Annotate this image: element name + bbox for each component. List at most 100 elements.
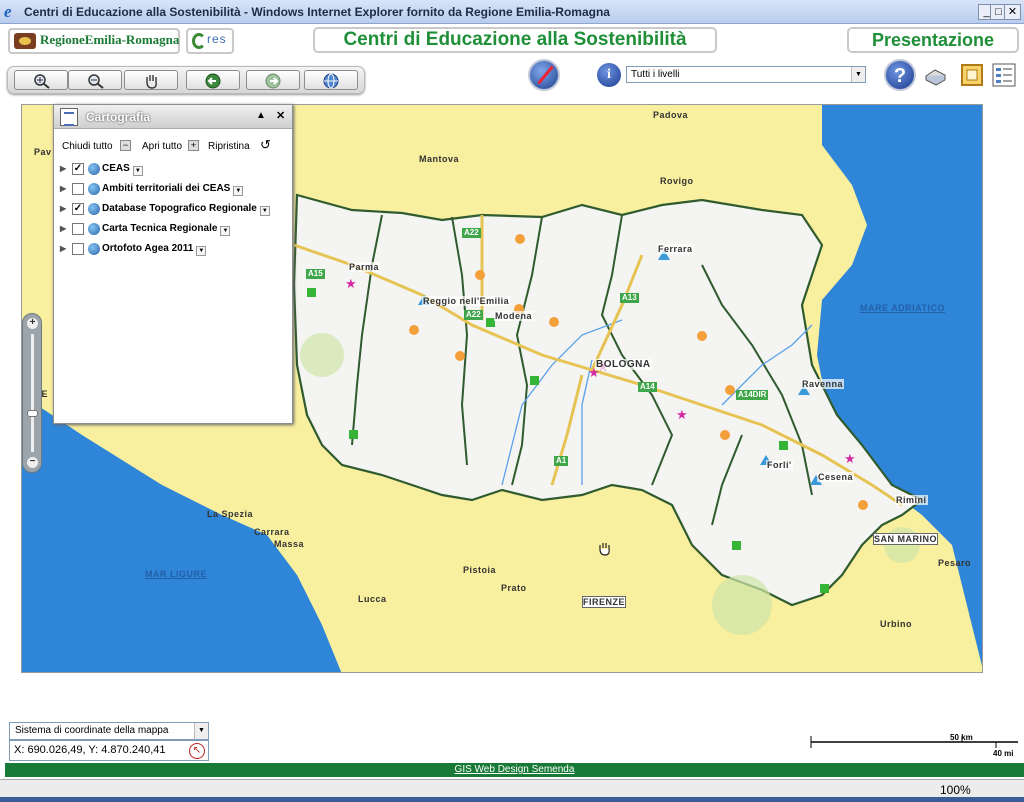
place-label: Pav — [34, 147, 52, 157]
footer-credit-link[interactable]: GIS Web Design Semenda — [455, 764, 575, 775]
res-logo[interactable]: res — [186, 28, 234, 54]
expand-arrow-icon[interactable]: ▶ — [60, 204, 66, 213]
coordinate-system-select[interactable]: Sistema di coordinate della mappa ▼ — [9, 722, 209, 740]
info-button[interactable]: i — [597, 63, 621, 87]
place-label: Padova — [653, 110, 689, 120]
place-label: FIRENZE — [582, 596, 627, 608]
res-swirl-icon — [192, 33, 206, 49]
zoom-plus-icon[interactable]: + — [27, 318, 38, 329]
help-button[interactable]: ? — [884, 59, 916, 91]
back-button[interactable] — [186, 70, 240, 90]
collapse-arrow-icon[interactable]: ▲ — [256, 110, 266, 121]
reset-link[interactable]: Ripristina — [208, 141, 250, 152]
layer-checkbox[interactable] — [72, 183, 84, 195]
svg-text:★: ★ — [345, 277, 357, 292]
expand-arrow-icon[interactable]: ▶ — [60, 164, 66, 173]
road-label: A13 — [620, 293, 639, 303]
road-label: A22 — [464, 310, 483, 320]
globe-icon — [323, 73, 339, 89]
expand-arrow-icon[interactable]: ▶ — [60, 244, 66, 253]
regione-emblem-icon — [14, 33, 36, 49]
app-header: RegioneEmilia-Romagna res Centri di Educ… — [0, 24, 1024, 60]
close-panel-icon[interactable]: ✕ — [276, 109, 285, 122]
levels-select-value: Tutti i livelli — [631, 69, 680, 80]
layers-list-icon[interactable] — [991, 62, 1017, 88]
layer-checkbox[interactable]: ✓ — [72, 163, 84, 175]
layer-checkbox[interactable] — [72, 243, 84, 255]
layer-menu-icon[interactable]: ▼ — [259, 206, 270, 216]
minus-square-icon[interactable]: − — [120, 140, 131, 151]
place-label: Ravenna — [801, 379, 845, 389]
place-label: La Spezia — [207, 509, 254, 519]
place-label: Mantova — [419, 154, 460, 164]
zoom-thumb[interactable] — [27, 410, 38, 417]
print-icon[interactable] — [922, 62, 948, 88]
sea-label: MARE ADRIATICO — [860, 303, 945, 313]
zoom-level[interactable]: 100% — [940, 783, 971, 797]
reset-arrow-icon[interactable]: ↺ — [260, 137, 271, 153]
layer-checkbox[interactable]: ✓ — [72, 203, 84, 215]
place-label: Forli' — [766, 460, 793, 470]
layer-menu-icon[interactable]: ▼ — [196, 246, 207, 256]
window-titlebar: e Centri di Educazione alla Sostenibilit… — [0, 0, 1024, 24]
taskbar — [0, 797, 1024, 802]
layer-menu-icon[interactable]: ▼ — [132, 166, 143, 176]
plus-square-icon[interactable]: + — [188, 140, 199, 151]
coordinate-system-value: Sistema di coordinate della mappa — [15, 725, 169, 736]
layer-item[interactable]: ▶ Ortofoto Agea 2011 ▼ — [60, 241, 288, 259]
coordinates-readout: X: 690.026,49, Y: 4.870.240,41 ↖ — [9, 740, 209, 761]
globe-icon — [88, 163, 100, 175]
arrow-left-icon — [205, 73, 221, 89]
expand-arrow-icon[interactable]: ▶ — [60, 224, 66, 233]
compass-icon[interactable] — [528, 59, 560, 91]
close-window-button[interactable]: ✕ — [1004, 4, 1021, 20]
layer-item[interactable]: ▶ ✓ CEAS ▼ — [60, 161, 288, 179]
zoom-minus-icon[interactable]: − — [27, 457, 38, 468]
layer-item[interactable]: ▶ ✓ Database Topografico Regionale ▼ — [60, 201, 288, 219]
layer-item[interactable]: ▶ Ambiti territoriali dei CEAS ▼ — [60, 181, 288, 199]
footer: GIS Web Design Semenda — [5, 763, 1024, 777]
road-label: A22 — [462, 228, 481, 238]
road-label: A15 — [306, 269, 325, 279]
place-label: Cesena — [817, 472, 855, 482]
forward-button[interactable] — [246, 70, 300, 90]
full-extent-button[interactable] — [304, 70, 358, 90]
layer-checkbox[interactable] — [72, 223, 84, 235]
layers-panel-icon — [60, 108, 78, 126]
chevron-down-icon[interactable]: ▼ — [851, 67, 865, 82]
place-label: Ferrara — [657, 244, 694, 254]
close-all-link[interactable]: Chiudi tutto — [62, 141, 113, 152]
svg-text:★: ★ — [844, 452, 856, 467]
pan-button[interactable] — [124, 70, 178, 90]
panel-header[interactable]: Cartografia ▲ ✕ — [54, 105, 292, 129]
globe-icon — [88, 183, 100, 195]
place-label: Carrara — [254, 527, 290, 537]
open-all-link[interactable]: Apri tutto — [142, 141, 182, 152]
chevron-down-icon[interactable]: ▼ — [194, 723, 208, 739]
layer-name: Ambiti territoriali dei CEAS — [102, 183, 231, 194]
zoom-in-button[interactable] — [14, 70, 68, 90]
svg-text:★: ★ — [676, 408, 688, 423]
layer-menu-icon[interactable]: ▼ — [233, 186, 244, 196]
expand-arrow-icon[interactable]: ▶ — [60, 184, 66, 193]
zoom-track[interactable] — [31, 334, 34, 452]
regione-logo[interactable]: RegioneEmilia-Romagna — [8, 28, 180, 54]
road-label: A14 — [638, 382, 657, 392]
cartografia-panel: Cartografia ▲ ✕ Chiudi tutto − Apri tutt… — [53, 104, 293, 424]
zoom-out-button[interactable] — [68, 70, 122, 90]
place-label: Pistoia — [463, 565, 497, 575]
zoom-in-icon — [34, 74, 50, 89]
layer-menu-icon[interactable]: ▼ — [220, 226, 231, 236]
pan-cursor-icon — [599, 543, 610, 556]
map-frame-icon[interactable] — [959, 62, 985, 88]
scale-bar: 50 km 40 mi — [810, 734, 1018, 758]
road-label: A1 — [554, 456, 569, 466]
layer-item[interactable]: ▶ Carta Tecnica Regionale ▼ — [60, 221, 288, 239]
presentation-button[interactable]: Presentazione — [847, 27, 1019, 53]
place-label: Massa — [274, 539, 305, 549]
globe-icon — [88, 223, 100, 235]
reset-coordinates-icon[interactable]: ↖ — [189, 743, 205, 759]
scale-mi-label: 40 mi — [993, 749, 1013, 758]
zoom-slider[interactable]: + − — [22, 313, 42, 473]
levels-select[interactable]: Tutti i livelli ▼ — [626, 66, 866, 83]
